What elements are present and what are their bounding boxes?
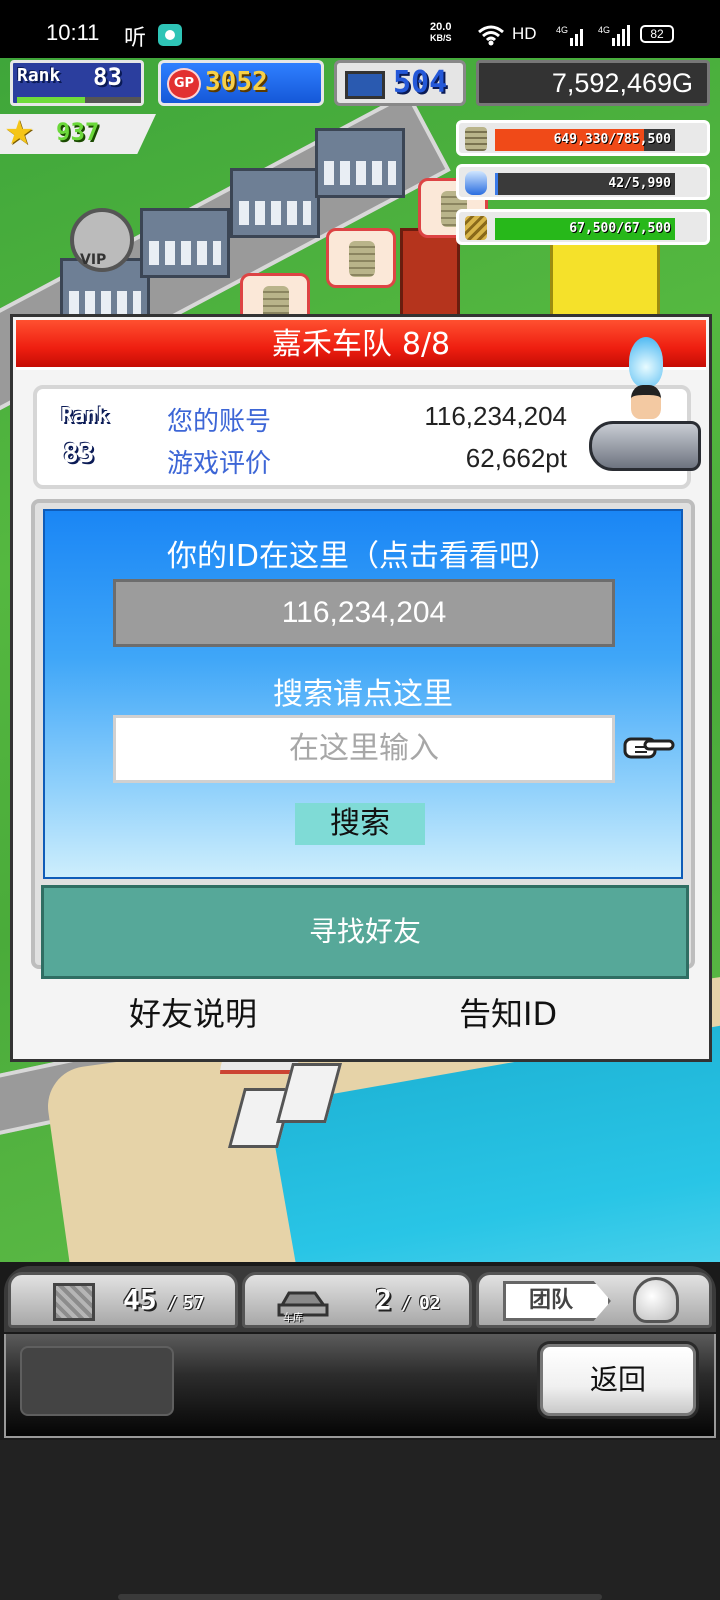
team-dialog: 嘉禾车队 8/8 Rank 83 您的账号 116,234,204 游戏评价 62… — [10, 314, 712, 1062]
home-indicator[interactable] — [118, 1594, 602, 1600]
network-speed-unit: KB/S — [430, 33, 452, 43]
gp-value: 3052 — [205, 67, 268, 97]
team-count: 8/8 — [401, 327, 451, 362]
wifi-icon — [478, 25, 504, 46]
red-tower-building[interactable] — [400, 228, 460, 318]
resource-fuel[interactable]: 42/5,990 — [456, 164, 710, 200]
player-id-box[interactable]: 116,234,204 — [113, 579, 615, 647]
storage-max: 57 — [183, 1293, 205, 1314]
resource-text: 649,330/785,500 — [553, 132, 671, 147]
resource-coins[interactable]: 649,330/785,500 — [456, 120, 710, 156]
storage-count: 45 — [123, 1283, 157, 1316]
search-input[interactable]: 在这里输入 — [113, 715, 615, 783]
coin-bubble-icon[interactable] — [326, 228, 396, 288]
app-notification-icon — [158, 24, 182, 46]
find-friends-button[interactable]: 寻找好友 — [41, 885, 689, 979]
network-speed-value: 20.0 — [430, 21, 452, 33]
vip-badge-icon[interactable] — [70, 208, 134, 272]
account-label: 您的账号 — [167, 407, 272, 437]
menu-area: 返回 — [4, 1334, 716, 1438]
status-bar: 10:11 听 20.0 KB/S HD 4G 4G 82 — [0, 0, 720, 58]
fuel-bottle-icon — [465, 171, 487, 195]
team-button[interactable]: 团队 — [503, 1281, 611, 1321]
pointing-hand-icon — [623, 737, 675, 759]
account-value: 116,234,204 — [424, 401, 567, 431]
driver-on-tank-icon — [585, 337, 705, 477]
signal-2-icon: 4G — [598, 25, 630, 46]
computer-icon — [345, 71, 385, 99]
friend-panel: 你的ID在这里（点击看看吧） 116,234,204 搜索请点这里 在这里输入 … — [31, 499, 695, 979]
team-name: 嘉禾车队 — [271, 327, 392, 362]
id-hint[interactable]: 你的ID在这里（点击看看吧） — [45, 531, 681, 575]
star-panel[interactable]: ★ 937 — [0, 114, 156, 154]
status-time: 10:11 — [46, 20, 100, 45]
resource-text: 42/5,990 — [608, 176, 671, 191]
signal-1-icon: 4G — [556, 25, 583, 46]
star-icon: ★ — [4, 113, 35, 153]
rating-label: 游戏评价 — [167, 449, 272, 479]
wheat-icon — [465, 216, 487, 240]
gp-coin-icon: GP — [167, 68, 201, 100]
team-tab[interactable]: 团队 — [476, 1272, 712, 1328]
building[interactable] — [315, 128, 405, 198]
helmet-icon — [633, 1277, 679, 1323]
rank-progress-fill — [17, 97, 86, 103]
garage-tab[interactable]: 车库 2 / 02 — [242, 1272, 472, 1328]
info-tabbar: 45 / 57 车库 2 / 02 团队 — [4, 1266, 716, 1332]
garage-max: 02 — [419, 1293, 441, 1314]
search-button[interactable]: 搜索 — [295, 803, 425, 845]
garage-count: 2 — [375, 1283, 392, 1316]
friends-help-link[interactable]: 好友说明 — [129, 989, 257, 1035]
building[interactable] — [140, 208, 230, 278]
research-panel[interactable]: 504 — [334, 60, 466, 106]
empty-menu-slot[interactable] — [20, 1346, 174, 1416]
garage-separator: / — [401, 1293, 412, 1314]
search-hint: 搜索请点这里 — [273, 677, 453, 712]
card-rank-value: 83 — [63, 439, 95, 469]
money-display: 7,592,469G — [476, 60, 710, 106]
resource-wheat[interactable]: 67,500/67,500 — [456, 209, 710, 245]
tank-icon — [589, 421, 701, 471]
garage-label: 车库 — [283, 1313, 303, 1324]
hd-label: HD — [512, 24, 537, 43]
crate-icon — [53, 1283, 95, 1321]
star-value: 937 — [56, 118, 100, 146]
building[interactable] — [230, 168, 320, 238]
bottom-hud: 45 / 57 车库 2 / 02 团队 返回 — [0, 1262, 720, 1440]
id-search-panel: 你的ID在这里（点击看看吧） 116,234,204 搜索请点这里 在这里输入 … — [43, 509, 683, 879]
rank-panel[interactable]: Rank 83 — [10, 60, 144, 106]
rank-value: 83 — [93, 63, 122, 91]
resource-text: 67,500/67,500 — [569, 221, 671, 236]
flame-icon — [629, 337, 663, 387]
card-rank-label: Rank — [61, 403, 110, 427]
coin-stack-icon — [465, 127, 487, 151]
battery-indicator: 82 — [640, 25, 674, 43]
research-value: 504 — [393, 65, 448, 100]
storage-separator: / — [167, 1293, 178, 1314]
svg-text:4G: 4G — [598, 25, 610, 35]
back-button[interactable]: 返回 — [540, 1344, 696, 1416]
rating-value: 62,662pt — [465, 443, 567, 473]
system-nav-bar — [0, 1440, 720, 1600]
listen-app-icon: 听 — [124, 26, 147, 51]
rank-label: Rank — [17, 65, 61, 86]
svg-text:4G: 4G — [556, 25, 568, 35]
rank-progress-bar — [17, 97, 141, 103]
driver-head — [631, 385, 661, 419]
storage-tab[interactable]: 45 / 57 — [8, 1272, 238, 1328]
network-speed: 20.0 KB/S — [430, 22, 452, 44]
notify-id-link[interactable]: 告知ID — [459, 989, 557, 1035]
gp-panel[interactable]: GP 3052 — [158, 60, 324, 106]
